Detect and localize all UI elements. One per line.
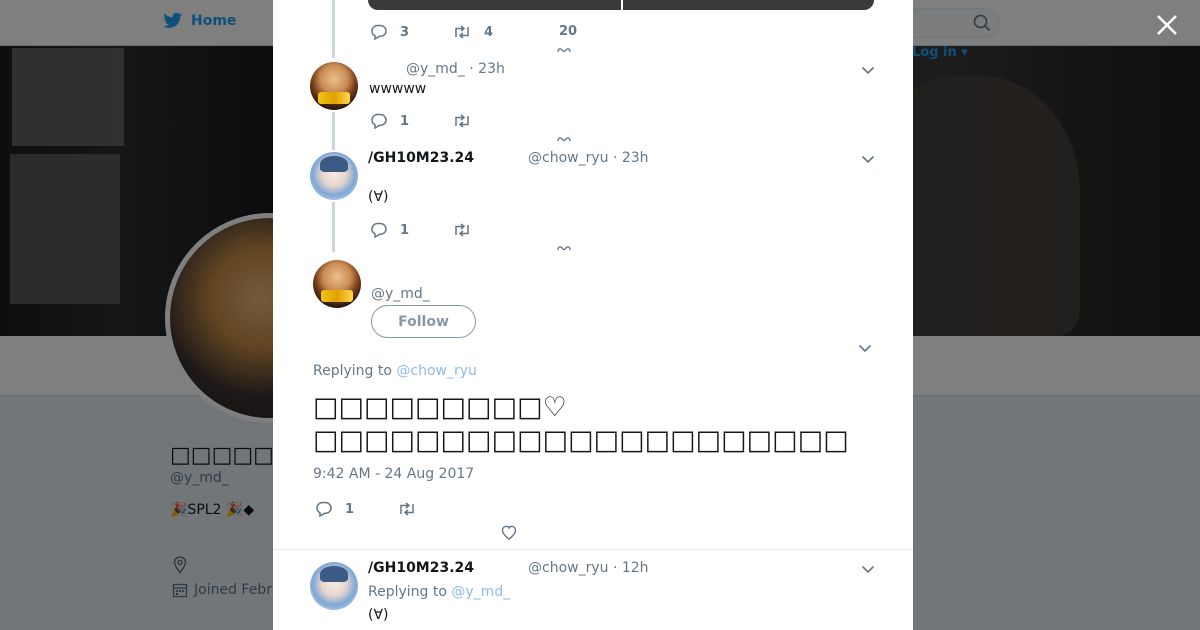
replying-to: Replying to @chow_ryu	[313, 363, 477, 379]
retweet-button[interactable]	[452, 222, 484, 238]
focused-tweet-handle[interactable]: @y_md_	[371, 286, 430, 302]
follow-button[interactable]: Follow	[371, 305, 476, 338]
heart-icon[interactable]	[557, 246, 571, 250]
heart-icon[interactable]	[557, 137, 571, 141]
retweet-button[interactable]	[452, 113, 484, 129]
retweet-button[interactable]	[397, 501, 429, 517]
heart-icon[interactable]	[501, 525, 517, 540]
replying-to: Replying to @y_md_	[368, 584, 511, 600]
retweet-icon	[455, 223, 469, 237]
tweet-text: (∀)	[368, 607, 389, 623]
avatar[interactable]	[310, 562, 358, 610]
chevron-down-icon[interactable]	[858, 341, 872, 355]
reply-icon	[371, 222, 387, 238]
tweet-handle-time[interactable]: @y_md_ · 23h	[406, 61, 505, 77]
tweet-handle-time[interactable]: @chow_ryu · 23h	[528, 150, 649, 166]
reply-button[interactable]: 1	[370, 222, 452, 238]
tweet-text: (∀)	[368, 189, 389, 205]
reply-button[interactable]: 3	[370, 24, 452, 40]
close-icon[interactable]	[1155, 13, 1179, 37]
thread-connector	[332, 202, 335, 252]
replying-to-link[interactable]: @chow_ryu	[396, 363, 477, 379]
chevron-down-icon[interactable]	[861, 152, 875, 166]
tweet-actions: 1	[370, 113, 484, 129]
tweet-actions: 3 4	[370, 24, 493, 40]
tweet-timestamp[interactable]: 9:42 AM - 24 Aug 2017	[313, 466, 474, 482]
retweet-button[interactable]: 4	[452, 24, 493, 40]
reply-icon	[371, 24, 387, 40]
tweet-author-name[interactable]: /GH10M23.24	[368, 560, 474, 576]
retweet-icon	[400, 502, 414, 516]
chevron-down-icon[interactable]	[861, 562, 875, 576]
reply-button[interactable]: 1	[370, 113, 452, 129]
reply-icon	[316, 501, 332, 517]
retweet-icon	[455, 25, 469, 39]
reply-button[interactable]: 1	[315, 501, 397, 517]
focused-tweet-text: □□□□□□□□□♡ □□□□□□□□□□□□□□□□□□□□□	[313, 392, 849, 456]
tweet-text: wwwww	[369, 81, 427, 97]
focused-tweet-avatar[interactable]	[313, 260, 361, 308]
replying-to-link[interactable]: @y_md_	[451, 584, 510, 600]
heart-icon[interactable]	[557, 48, 571, 52]
tweet-actions: 1	[370, 222, 484, 238]
tweet-author-name[interactable]: /GH10M23.24	[368, 150, 474, 166]
focused-tweet-actions: 1	[315, 501, 429, 517]
tweet-media[interactable]	[368, 0, 874, 10]
like-count: 20	[559, 24, 578, 39]
retweet-icon	[455, 114, 469, 128]
avatar[interactable]	[310, 152, 358, 200]
avatar[interactable]	[310, 62, 358, 110]
divider	[273, 549, 913, 550]
thread-connector	[332, 0, 335, 58]
chevron-down-icon[interactable]	[861, 63, 875, 77]
tweet-handle-time[interactable]: @chow_ryu · 12h	[528, 560, 649, 576]
reply-icon	[371, 113, 387, 129]
thread-connector	[332, 112, 335, 150]
tweet-modal: 3 4 20 @y_md_ · 23h wwwww 1 /GH10M23.24 …	[273, 0, 913, 630]
